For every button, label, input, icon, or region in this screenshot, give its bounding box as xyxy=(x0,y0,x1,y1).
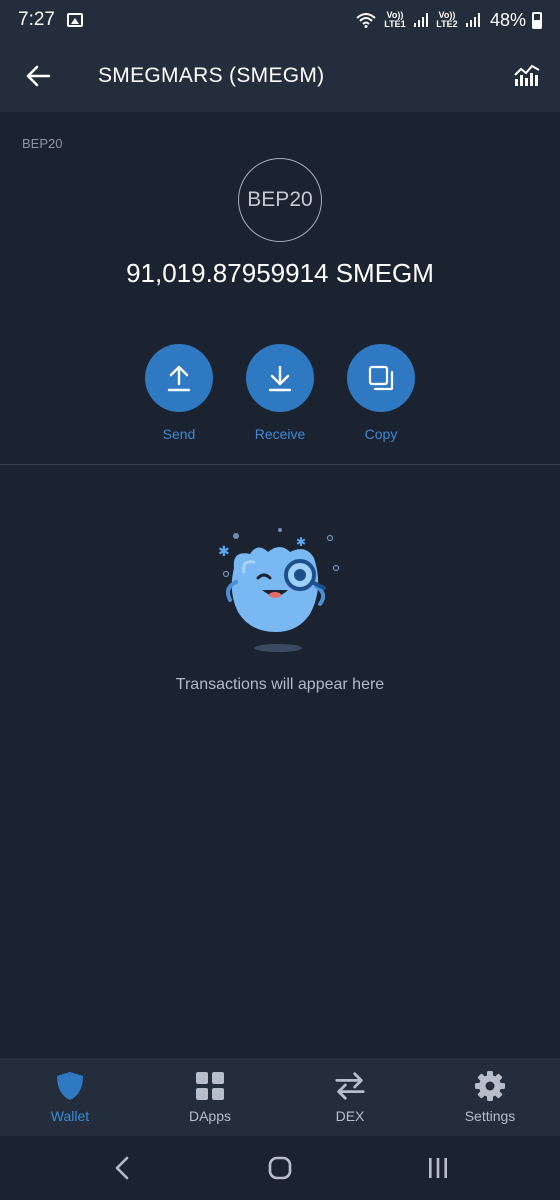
token-detail-screen: 7:27 Vo)) LTE1 Vo)) LTE2 48% SMEGMARS (S… xyxy=(0,0,560,1200)
gallery-notification-icon xyxy=(66,13,83,27)
system-home-button[interactable] xyxy=(256,1144,304,1192)
price-chart-button[interactable] xyxy=(510,58,544,92)
section-divider xyxy=(0,464,560,465)
system-recents-button[interactable] xyxy=(414,1144,462,1192)
recents-icon xyxy=(429,1158,447,1178)
nav-item-dex[interactable]: DEX xyxy=(280,1058,420,1136)
receive-label[interactable]: Receive xyxy=(255,426,306,442)
sim2-label: Vo)) LTE2 xyxy=(436,10,458,29)
copy-circle[interactable] xyxy=(347,344,415,412)
system-back-button[interactable] xyxy=(98,1144,146,1192)
status-bar: 7:27 Vo)) LTE1 Vo)) LTE2 48% xyxy=(0,0,560,40)
copy-button[interactable]: Copy xyxy=(347,344,415,442)
gear-icon xyxy=(474,1070,506,1102)
nav-label-settings: Settings xyxy=(464,1108,516,1124)
sim1-label: Vo)) LTE1 xyxy=(384,10,406,29)
chart-icon xyxy=(514,64,540,86)
swap-icon xyxy=(334,1070,366,1102)
arrow-left-icon xyxy=(26,65,51,87)
empty-transactions-message: Transactions will appear here xyxy=(175,676,385,693)
upload-icon xyxy=(167,365,191,392)
app-header: SMEGMARS (SMEGM) xyxy=(0,40,560,112)
token-logo: BEP20 xyxy=(238,158,322,242)
battery-icon xyxy=(532,11,542,29)
send-button[interactable]: Send xyxy=(145,344,213,442)
send-label[interactable]: Send xyxy=(163,426,196,442)
download-icon xyxy=(268,365,292,392)
shield-icon xyxy=(54,1070,86,1102)
copy-icon xyxy=(368,365,394,391)
nav-item-wallet[interactable]: Wallet xyxy=(0,1058,140,1136)
sim2-signal-icon xyxy=(465,13,480,27)
back-button[interactable] xyxy=(0,40,76,112)
chevron-left-icon xyxy=(115,1156,129,1180)
grid-icon xyxy=(194,1070,226,1102)
battery-percent: 48% xyxy=(489,9,526,30)
status-indicators: Vo)) LTE1 Vo)) LTE2 48% xyxy=(356,10,542,31)
nav-item-dapps[interactable]: DApps xyxy=(140,1058,280,1136)
token-logo-text: BEP20 xyxy=(247,188,313,211)
nav-label-dex: DEX xyxy=(335,1108,365,1124)
copy-label[interactable]: Copy xyxy=(365,426,398,442)
token-balance: 91,019.87959914 SMEGM xyxy=(126,258,434,288)
status-time: 7:27 xyxy=(18,9,55,30)
wifi-icon xyxy=(356,13,376,28)
network-label: BEP20 xyxy=(22,136,63,151)
bottom-navigation: Wallet DApps DEX Settings xyxy=(0,1058,560,1136)
home-icon xyxy=(268,1156,292,1180)
page-title: SMEGMARS (SMEGM) xyxy=(98,64,325,87)
sim1-signal-icon xyxy=(413,13,428,27)
svg-text:✱: ✱ xyxy=(296,535,306,549)
receive-circle[interactable] xyxy=(246,344,314,412)
send-circle[interactable] xyxy=(145,344,213,412)
svg-text:✱: ✱ xyxy=(218,544,230,560)
receive-button[interactable]: Receive xyxy=(246,344,314,442)
nav-item-settings[interactable]: Settings xyxy=(420,1058,560,1136)
nav-label-wallet: Wallet xyxy=(50,1108,90,1124)
system-navigation-bar xyxy=(0,1136,560,1200)
action-buttons: Send Receive Copy xyxy=(0,344,560,442)
nav-label-dapps: DApps xyxy=(188,1108,232,1124)
empty-transactions-illustration: ✱ ✱ xyxy=(218,528,340,652)
